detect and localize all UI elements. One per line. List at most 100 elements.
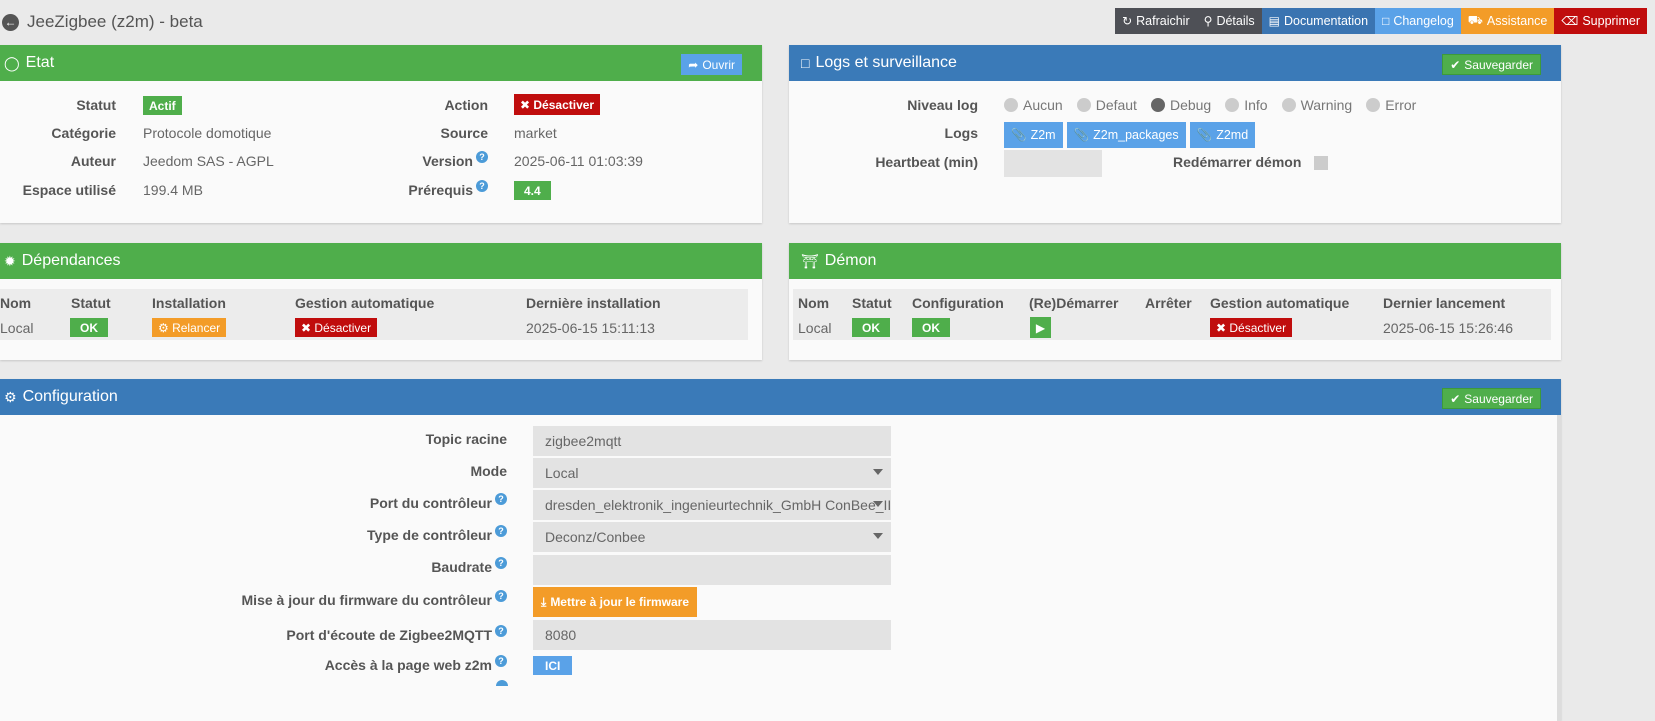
demon-col-gestion: Gestion automatique	[1210, 295, 1350, 311]
firmware-label: Mise à jour du firmware du contrôleur?	[241, 590, 507, 608]
radio-dot-selected	[1150, 98, 1165, 112]
trash-icon: ⌫	[1561, 14, 1579, 28]
deps-col-gestion: Gestion automatique	[295, 295, 435, 311]
port-value: dresden_elektronik_ingenieurtechnik_GmbH…	[545, 497, 891, 513]
delete-button[interactable]: ⌫ Supprimer	[1554, 8, 1647, 34]
paperclip-icon: 📎	[1196, 127, 1213, 142]
assistance-label: Assistance	[1486, 14, 1548, 28]
version-label: Version?	[422, 151, 488, 169]
top-bar: ← JeeZigbee (z2m) - beta ↻ Rafraichir ⚲ Dé…	[0, 0, 1655, 45]
topic-input[interactable]: zigbee2mqtt	[533, 426, 891, 456]
log-z2m-packages-button[interactable]: 📎 Z2m_packages	[1066, 122, 1186, 148]
paperclip-icon: 📎	[1011, 127, 1027, 142]
config-save-button[interactable]: ✔ Sauvegarder	[1442, 388, 1541, 409]
web-access-button[interactable]: ICI	[533, 656, 573, 675]
help-icon[interactable]: ?	[495, 590, 507, 602]
logs-label: Logs	[944, 125, 978, 141]
radio-info[interactable]: Info	[1225, 97, 1268, 113]
listen-port-input[interactable]: 8080	[533, 620, 891, 650]
dependances-panel: ✹ Dépendances Nom Statut Installation Ge…	[0, 243, 762, 360]
details-button[interactable]: ⚲ Détails	[1196, 8, 1262, 34]
statut-value: Actif	[143, 96, 182, 115]
restart-daemon-checkbox[interactable]	[1314, 156, 1328, 170]
radio-label: Debug	[1169, 97, 1212, 113]
log-button-label: Z2md	[1216, 128, 1249, 142]
help-icon[interactable]: ?	[476, 151, 488, 163]
version-label-text: Version	[422, 153, 473, 169]
mode-label: Mode	[470, 463, 507, 479]
log-z2md-button[interactable]: 📎 Z2md	[1189, 122, 1256, 148]
web-access-label: Accès à la page web z2m?	[325, 655, 507, 673]
help-icon[interactable]: ?	[495, 655, 507, 667]
help-icon[interactable]	[496, 680, 508, 686]
scrollbar[interactable]	[1557, 415, 1561, 721]
back-arrow-icon[interactable]: ←	[2, 13, 19, 31]
changelog-label: Changelog	[1393, 14, 1454, 28]
file-icon: □	[801, 55, 810, 71]
refresh-label: Rafraichir	[1136, 14, 1190, 28]
demon-nom-value: Local	[798, 320, 832, 336]
type-value: Deconz/Conbee	[545, 529, 646, 545]
radio-aucun[interactable]: Aucun	[1004, 97, 1063, 113]
help-icon[interactable]: ?	[495, 525, 507, 537]
statut-label: Statut	[76, 97, 116, 113]
update-firmware-button[interactable]: ⤓ Mettre à jour le firmware	[533, 587, 698, 617]
refresh-button[interactable]: ↻ Rafraichir	[1115, 8, 1197, 34]
port-select[interactable]: dresden_elektronik_ingenieurtechnik_GmbH…	[533, 490, 891, 520]
demon-col-configuration: Configuration	[912, 295, 1004, 311]
deps-col-nom: Nom	[0, 295, 32, 311]
heartbeat-input[interactable]	[1004, 150, 1102, 177]
restart-daemon-label: Redémarrer démon	[1173, 154, 1302, 170]
deps-disable-button[interactable]: ✖ Désactiver	[295, 318, 378, 337]
help-icon[interactable]: ?	[495, 493, 507, 505]
logs-save-button[interactable]: ✔ Sauvegarder	[1442, 54, 1541, 75]
help-icon[interactable]: ?	[495, 557, 507, 569]
help-icon[interactable]: ?	[495, 625, 507, 637]
mode-value: Local	[545, 465, 579, 481]
firmware-label-text: Mise à jour du firmware du contrôleur	[241, 592, 492, 608]
documentation-button[interactable]: ▤ Documentation	[1261, 8, 1376, 34]
radio-dot	[1281, 98, 1296, 112]
demon-disable-label: Désactiver	[1229, 320, 1287, 335]
demon-start-button[interactable]: ▶	[1030, 317, 1051, 338]
mode-select[interactable]: Local	[533, 458, 891, 488]
type-label: Type de contrôleur?	[367, 525, 507, 543]
type-select[interactable]: Deconz/Conbee	[533, 522, 891, 552]
source-value: market	[514, 125, 557, 141]
changelog-button[interactable]: □ Changelog	[1375, 8, 1461, 34]
deps-col-statut: Statut	[71, 295, 111, 311]
etat-title: Etat	[25, 54, 55, 71]
open-button[interactable]: ➦ Ouvrir	[681, 54, 742, 75]
auteur-value: Jeedom SAS - AGPL	[143, 153, 274, 169]
demon-disable-button[interactable]: ✖ Désactiver	[1210, 318, 1293, 337]
baudrate-input[interactable]	[533, 555, 891, 585]
log-z2m-button[interactable]: 📎 Z2m	[1004, 122, 1063, 148]
book-icon: ▤	[1268, 14, 1280, 28]
assistance-button[interactable]: ⛟ Assistance	[1460, 8, 1555, 34]
deps-nom-value: Local	[0, 320, 34, 336]
radio-debug[interactable]: Debug	[1150, 97, 1212, 113]
deps-relancer-button[interactable]: ⚙ Relancer	[152, 318, 227, 337]
log-level-radios: Aucun Defaut Debug Info Warning Error	[1004, 97, 1416, 113]
page-title: JeeZigbee (z2m) - beta	[27, 12, 203, 31]
demon-dernier-value: 2025-06-15 15:26:46	[1383, 320, 1513, 336]
details-label: Détails	[1216, 14, 1255, 28]
statut-badge: Actif	[143, 96, 182, 115]
action-disable-button[interactable]: ✖ Désactiver	[514, 94, 601, 115]
radio-dot	[1004, 98, 1018, 112]
source-label: Source	[440, 125, 488, 141]
radio-defaut[interactable]: Defaut	[1076, 97, 1137, 113]
help-icon[interactable]: ?	[476, 180, 488, 192]
radio-warning[interactable]: Warning	[1281, 97, 1352, 113]
configuration-header: ⚙ Configuration ✔ Sauvegarder	[0, 379, 1561, 415]
categorie-label: Catégorie	[51, 125, 116, 141]
play-icon: ▶	[1035, 320, 1046, 335]
radio-label: Error	[1385, 97, 1417, 113]
dependances-header: ✹ Dépendances	[0, 243, 762, 279]
demon-col-nom: Nom	[798, 295, 830, 311]
deps-derniere-value: 2025-06-15 15:11:13	[526, 320, 655, 336]
paperclip-icon: 📎	[1073, 127, 1090, 142]
radio-error[interactable]: Error	[1366, 97, 1416, 113]
title-area: ← JeeZigbee (z2m) - beta	[2, 10, 203, 34]
demon-statut-badge: OK	[852, 318, 890, 337]
